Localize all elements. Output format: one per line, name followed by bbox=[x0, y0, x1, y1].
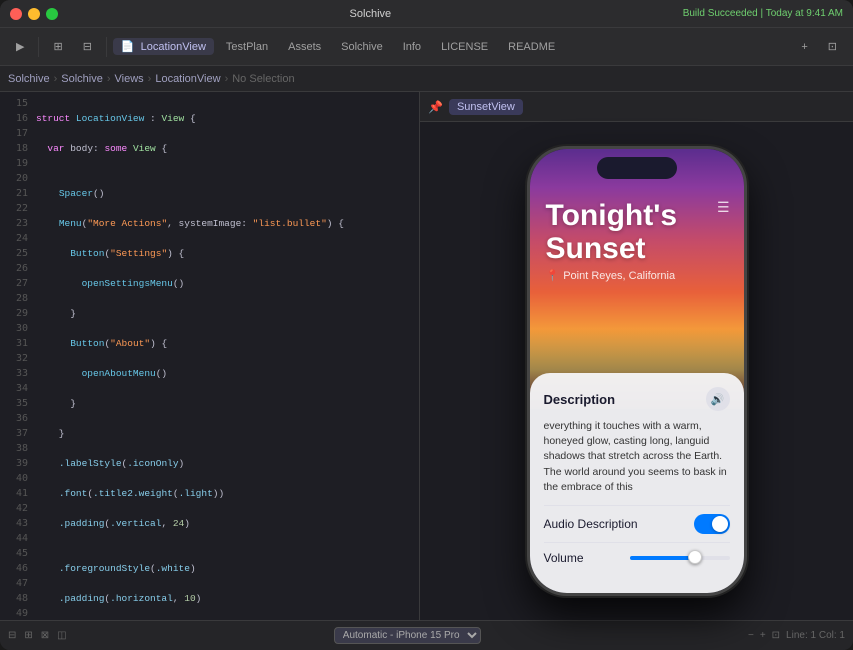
xcode-toolbar: ▶ ⊞ ⊟ 📄 LocationView TestPlan Assets Sol… bbox=[0, 28, 853, 66]
iphone-frame: Tonight's Sunset 📍 Point Reyes, Californ… bbox=[527, 146, 747, 596]
breadcrumb-views[interactable]: Views bbox=[115, 73, 144, 85]
sunset-title: Tonight's Sunset bbox=[546, 199, 728, 265]
breadcrumb-location-view[interactable]: LocationView bbox=[155, 73, 220, 85]
laptop-frame: Solchive Build Succeeded | Today at 9:41… bbox=[0, 0, 853, 650]
sunset-title-line1: Tonight's bbox=[546, 199, 728, 232]
close-button[interactable] bbox=[10, 8, 22, 20]
card-description-text: everything it touches with a warm, honey… bbox=[544, 419, 730, 495]
device-selector-area: Automatic - iPhone 15 Pro bbox=[334, 627, 481, 644]
window-controls bbox=[10, 8, 58, 20]
audio-description-label: Audio Description bbox=[544, 517, 638, 531]
grid-icon[interactable]: ⊞ bbox=[24, 630, 32, 641]
build-status: Build Succeeded | Today at 9:41 AM bbox=[683, 8, 843, 19]
editor-controls-icon[interactable]: ⊟ bbox=[8, 630, 16, 641]
app-name: Solchive bbox=[350, 8, 392, 20]
volume-slider[interactable] bbox=[630, 556, 730, 560]
breadcrumb-sep-1: › bbox=[54, 73, 58, 85]
zoom-fit-icon[interactable]: ⊡ bbox=[772, 630, 780, 641]
bottom-right-controls: − + ⊡ Line: 1 Col: 1 bbox=[748, 630, 845, 641]
preview-panel: 📌 SunsetView Tonight's Sunset bbox=[420, 92, 853, 620]
sunset-title-line2: Sunset bbox=[546, 232, 728, 265]
tab-test-plan[interactable]: TestPlan bbox=[218, 39, 276, 55]
location-pin-icon: 📍 bbox=[546, 269, 560, 282]
location-text: Point Reyes, California bbox=[563, 270, 675, 282]
zoom-out-icon[interactable]: − bbox=[748, 630, 754, 641]
fullscreen-button[interactable] bbox=[46, 8, 58, 20]
volume-knob bbox=[688, 550, 702, 564]
volume-row: Volume bbox=[544, 542, 730, 573]
separator-2 bbox=[106, 37, 107, 57]
line-numbers: 15 16 17 18 19 20 21 22 23 24 25 26 27 2… bbox=[0, 92, 32, 620]
breadcrumb-sep-2: › bbox=[107, 73, 111, 85]
sunset-location: 📍 Point Reyes, California bbox=[546, 269, 728, 282]
tab-location-view[interactable]: 📄 LocationView bbox=[113, 38, 214, 55]
tab-split-button[interactable]: ⊟ bbox=[75, 38, 100, 55]
tab-license[interactable]: LICENSE bbox=[433, 39, 496, 55]
tab-layout-button[interactable]: ⊞ bbox=[45, 38, 70, 55]
menu-bar-title: Solchive bbox=[58, 8, 683, 20]
bottom-left-controls: ⊟ ⊞ ⊠ ◫ bbox=[8, 630, 67, 641]
add-tab-button[interactable]: + bbox=[793, 39, 815, 55]
preview-view-label: SunsetView bbox=[449, 99, 523, 115]
tab-info[interactable]: Info bbox=[395, 39, 429, 55]
audio-description-row: Audio Description bbox=[544, 505, 730, 542]
iphone-notch bbox=[597, 157, 677, 179]
menu-bar-right: Build Succeeded | Today at 9:41 AM bbox=[683, 8, 843, 19]
sunset-content: Tonight's Sunset 📍 Point Reyes, Californ… bbox=[530, 149, 744, 593]
split-icon[interactable]: ⊠ bbox=[41, 630, 49, 641]
location-view-icon: 📄 bbox=[121, 41, 135, 53]
line-col-indicator: Line: 1 Col: 1 bbox=[786, 630, 845, 641]
card-header: Description 🔊 bbox=[544, 387, 730, 411]
split-editor-button[interactable]: ⊡ bbox=[820, 38, 845, 55]
description-card: Description 🔊 everything it touches with… bbox=[530, 373, 744, 593]
tab-solchive[interactable]: Solchive bbox=[333, 39, 391, 55]
minimize-button[interactable] bbox=[28, 8, 40, 20]
device-selector[interactable]: Automatic - iPhone 15 Pro bbox=[334, 627, 481, 644]
separator-1 bbox=[38, 37, 39, 57]
main-content: 15 16 17 18 19 20 21 22 23 24 25 26 27 2… bbox=[0, 92, 853, 620]
code-content[interactable]: struct LocationView : View { var body: s… bbox=[36, 92, 419, 620]
breadcrumb-bar: Solchive › Solchive › Views › LocationVi… bbox=[0, 66, 853, 92]
breadcrumb-solchive-1[interactable]: Solchive bbox=[8, 73, 50, 85]
run-button[interactable]: ▶ bbox=[8, 38, 32, 55]
menu-bar: Solchive Build Succeeded | Today at 9:41… bbox=[0, 0, 853, 28]
code-editor[interactable]: 15 16 17 18 19 20 21 22 23 24 25 26 27 2… bbox=[0, 92, 420, 620]
preview-content: Tonight's Sunset 📍 Point Reyes, Californ… bbox=[420, 122, 853, 620]
pin-icon: 📌 bbox=[428, 100, 443, 114]
breadcrumb-sep-3: › bbox=[148, 73, 152, 85]
tab-readme[interactable]: README bbox=[500, 39, 563, 55]
preview-toolbar: 📌 SunsetView bbox=[420, 92, 853, 122]
zoom-in-icon[interactable]: + bbox=[760, 630, 766, 641]
audio-toggle[interactable] bbox=[694, 514, 730, 534]
volume-label: Volume bbox=[544, 551, 584, 565]
panel-icon[interactable]: ◫ bbox=[57, 630, 66, 641]
breadcrumb-sep-4: › bbox=[225, 73, 229, 85]
toggle-knob bbox=[712, 516, 728, 532]
volume-fill bbox=[630, 556, 690, 560]
hamburger-icon[interactable]: ☰ bbox=[717, 199, 730, 216]
speaker-icon[interactable]: 🔊 bbox=[706, 387, 730, 411]
card-title: Description bbox=[544, 392, 616, 407]
bottom-toolbar: ⊟ ⊞ ⊠ ◫ Automatic - iPhone 15 Pro − + ⊡ … bbox=[0, 620, 853, 650]
breadcrumb-solchive-2[interactable]: Solchive bbox=[61, 73, 103, 85]
breadcrumb-selection: No Selection bbox=[232, 73, 294, 85]
tab-assets[interactable]: Assets bbox=[280, 39, 329, 55]
